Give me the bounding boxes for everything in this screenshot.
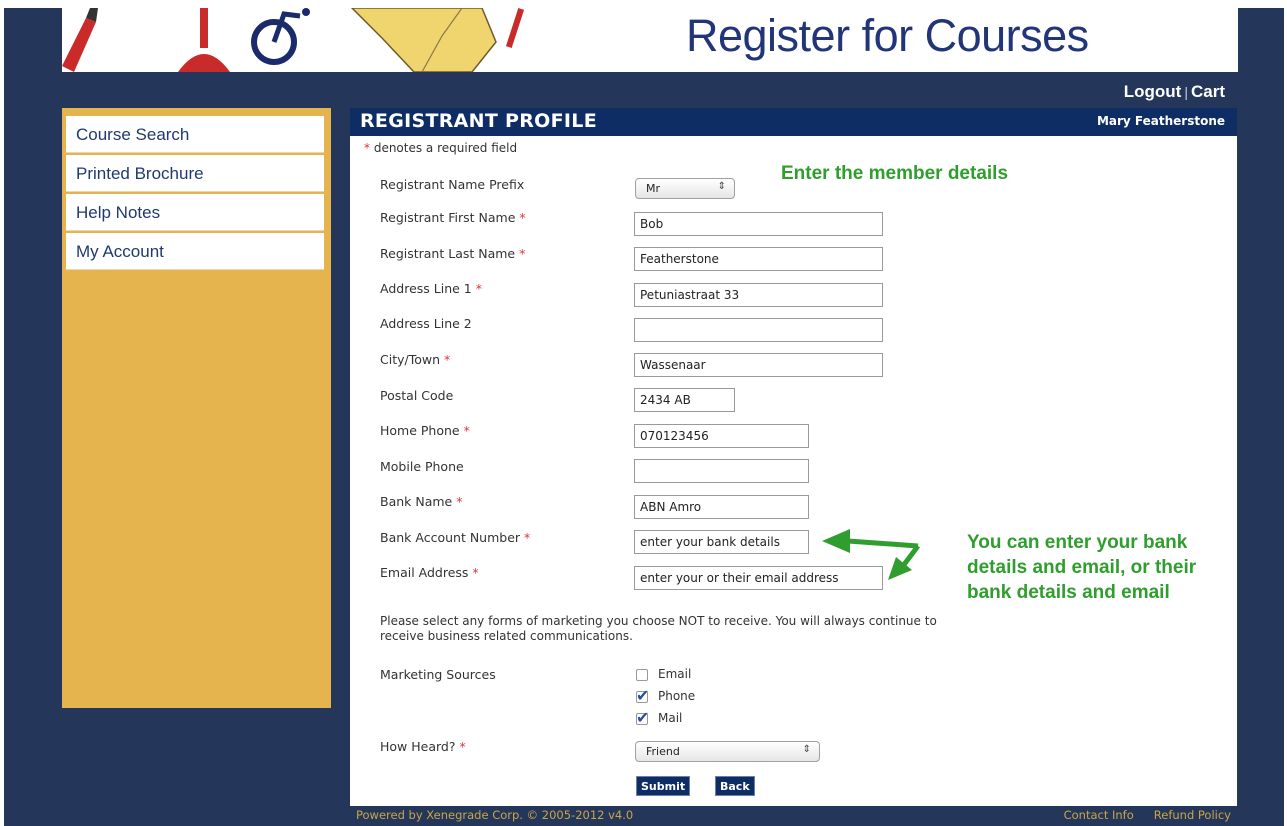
refund-policy-link[interactable]: Refund Policy xyxy=(1154,808,1231,822)
address1-label: Address Line 1 * xyxy=(380,281,482,296)
cart-link[interactable]: Cart xyxy=(1191,82,1225,101)
banner: Register for Courses xyxy=(62,8,1238,72)
marketing-phone-checkbox[interactable]: ✔ xyxy=(636,686,649,705)
select-arrow-icon: ⇕ xyxy=(802,744,811,755)
sidebar-item-my-account[interactable]: My Account xyxy=(66,233,324,270)
required-marker: * xyxy=(456,494,463,509)
marketing-email-label: Email xyxy=(658,667,692,681)
postal-code-label: Postal Code xyxy=(380,388,454,403)
annotation-bank-line: bank details and email xyxy=(967,582,1170,603)
marketing-note: Please select any forms of marketing you… xyxy=(380,614,937,643)
marketing-phone-label: Phone xyxy=(658,689,696,703)
main-content: REGISTRANT PROFILE Mary Featherstone * d… xyxy=(350,108,1237,806)
address2-field[interactable] xyxy=(634,318,883,342)
marketing-mail-checkbox[interactable]: ✔ xyxy=(636,708,649,727)
profile-user-name: Mary Featherstone xyxy=(1096,114,1225,128)
marketing-mail-label: Mail xyxy=(658,711,683,725)
last-name-label: Registrant Last Name * xyxy=(380,246,526,261)
logout-link[interactable]: Logout xyxy=(1124,82,1182,101)
required-marker: * xyxy=(444,352,451,367)
page-banner-title: Register for Courses xyxy=(686,10,1089,61)
paintbrush-icon xyxy=(62,8,98,72)
annotation-member-details: Enter the member details xyxy=(781,163,1009,184)
how-heard-select[interactable]: Friend ⇕ xyxy=(635,741,820,762)
marketing-email-checkbox[interactable] xyxy=(636,669,648,681)
plunger-icon xyxy=(178,8,230,72)
profile-header: REGISTRANT PROFILE Mary Featherstone xyxy=(350,108,1237,136)
top-nav: Logout | Cart xyxy=(1124,82,1225,102)
bicycle-wheel-icon xyxy=(251,8,310,65)
map-icon xyxy=(350,8,525,72)
select-arrow-icon: ⇕ xyxy=(717,181,726,192)
email-field[interactable]: enter your or their email address xyxy=(634,566,883,590)
bank-account-label: Bank Account Number * xyxy=(380,530,531,545)
annotation-bank-details: You can enter your bank details and emai… xyxy=(967,530,1247,605)
prefix-label: Registrant Name Prefix xyxy=(380,177,525,192)
how-heard-value: Friend xyxy=(646,745,680,758)
required-marker: * xyxy=(472,565,479,580)
bank-account-field[interactable]: enter your bank details xyxy=(634,530,809,554)
back-button[interactable]: Back xyxy=(715,776,755,796)
sidebar-item-printed-brochure[interactable]: Printed Brochure xyxy=(66,155,324,192)
mobile-phone-field[interactable] xyxy=(634,459,809,483)
address2-label: Address Line 2 xyxy=(380,316,472,331)
required-marker: * xyxy=(475,281,482,296)
required-marker: * xyxy=(364,141,370,155)
postal-code-field[interactable]: 2434 AB xyxy=(634,388,735,412)
required-note: * denotes a required field xyxy=(364,141,517,155)
footer-powered-by: Powered by Xenegrade Corp. © 2005-2012 v… xyxy=(356,808,634,822)
city-label: City/Town * xyxy=(380,352,451,367)
contact-info-link[interactable]: Contact Info xyxy=(1064,808,1134,822)
profile-title: REGISTRANT PROFILE xyxy=(360,110,597,132)
first-name-field[interactable]: Bob xyxy=(634,212,883,236)
address1-field[interactable]: Petuniastraat 33 xyxy=(634,283,883,307)
required-marker: * xyxy=(524,530,531,545)
mobile-phone-label: Mobile Phone xyxy=(380,459,464,474)
sidebar: Course Search Printed Brochure Help Note… xyxy=(62,108,331,708)
required-note-text: denotes a required field xyxy=(373,141,518,155)
bank-name-field[interactable]: ABN Amro xyxy=(634,495,809,519)
required-marker: * xyxy=(519,246,526,261)
nav-separator: | xyxy=(1184,84,1188,100)
city-field[interactable]: Wassenaar xyxy=(634,353,883,377)
prefix-value: Mr xyxy=(646,182,661,195)
required-marker: * xyxy=(463,423,470,438)
how-heard-label: How Heard? * xyxy=(380,739,466,754)
annotation-bank-line: You can enter your bank xyxy=(967,532,1188,553)
first-name-label: Registrant First Name * xyxy=(380,210,526,225)
required-marker: * xyxy=(519,210,526,225)
annotation-bank-line: details and email, or their xyxy=(967,557,1197,578)
checkmark-icon: ✔ xyxy=(636,686,650,705)
footer-links: Contact Info Refund Policy xyxy=(1044,808,1231,822)
page: Register for Courses Logout | Cart Course … xyxy=(0,0,1287,826)
bank-name-label: Bank Name * xyxy=(380,494,463,509)
prefix-select[interactable]: Mr ⇕ xyxy=(635,178,735,199)
email-label: Email Address * xyxy=(380,565,479,580)
marketing-sources-label: Marketing Sources xyxy=(380,667,496,682)
required-marker: * xyxy=(459,739,466,754)
banner-artwork xyxy=(62,8,525,72)
submit-button[interactable]: Submit xyxy=(636,776,691,796)
checkmark-icon: ✔ xyxy=(636,708,650,727)
last-name-field[interactable]: Featherstone xyxy=(634,247,883,271)
sidebar-item-help-notes[interactable]: Help Notes xyxy=(66,194,324,231)
sidebar-item-course-search[interactable]: Course Search xyxy=(66,116,324,153)
home-phone-label: Home Phone * xyxy=(380,423,470,438)
home-phone-field[interactable]: 070123456 xyxy=(634,424,809,448)
